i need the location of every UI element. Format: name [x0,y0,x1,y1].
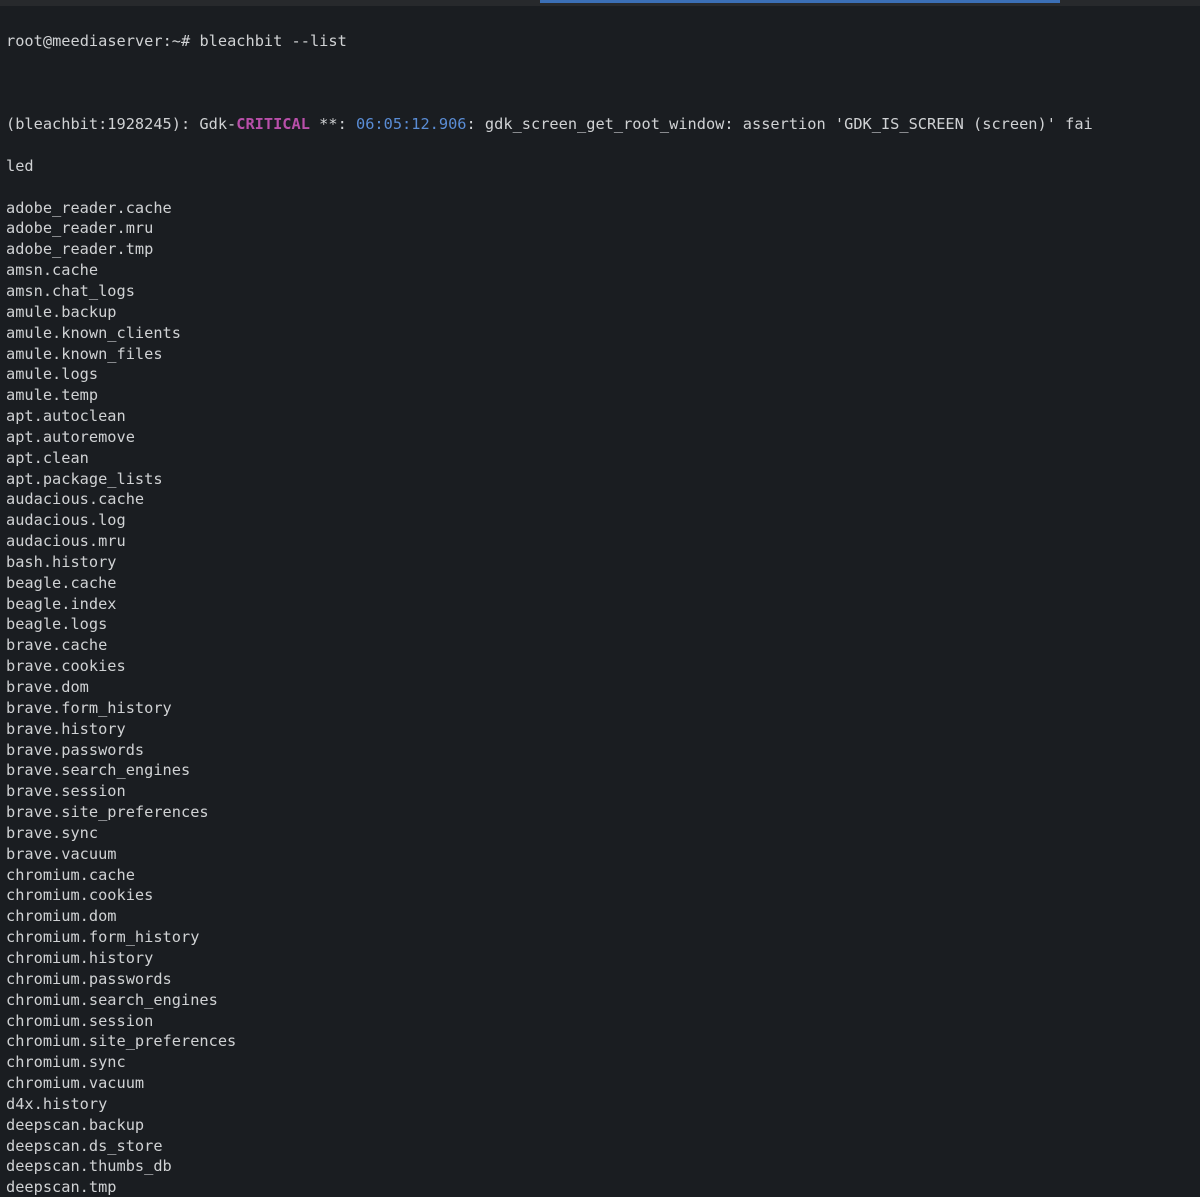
prompt-user: root [6,32,43,50]
cleaner-item: chromium.passwords [6,969,1194,990]
cleaner-item: audacious.mru [6,531,1194,552]
cleaner-item: chromium.search_engines [6,990,1194,1011]
cleaner-item: chromium.session [6,1011,1194,1032]
cleaner-item: chromium.site_preferences [6,1031,1194,1052]
cleaner-item: brave.cookies [6,656,1194,677]
cleaner-item: brave.cache [6,635,1194,656]
cleaner-list: adobe_reader.cacheadobe_reader.mruadobe_… [6,198,1194,1197]
cleaner-item: adobe_reader.mru [6,218,1194,239]
error-prefix: (bleachbit:1928245): Gdk- [6,115,236,133]
cleaner-item: amule.backup [6,302,1194,323]
prompt-at: @ [43,32,52,50]
cleaner-item: brave.history [6,719,1194,740]
cleaner-item: beagle.logs [6,614,1194,635]
command-text: bleachbit --list [199,32,346,50]
cleaner-item: brave.sync [6,823,1194,844]
blank-line [6,73,1194,94]
cleaner-item: brave.vacuum [6,844,1194,865]
cleaner-item: amsn.chat_logs [6,281,1194,302]
cleaner-item: brave.session [6,781,1194,802]
cleaner-item: amule.temp [6,385,1194,406]
cleaner-item: chromium.cache [6,865,1194,886]
cleaner-item: amule.logs [6,364,1194,385]
cleaner-item: brave.dom [6,677,1194,698]
cleaner-item: chromium.dom [6,906,1194,927]
cleaner-item: brave.form_history [6,698,1194,719]
cleaner-item: deepscan.thumbs_db [6,1156,1194,1177]
cleaner-item: beagle.index [6,594,1194,615]
cleaner-item: apt.autoclean [6,406,1194,427]
cleaner-item: deepscan.ds_store [6,1136,1194,1157]
prompt-line: root@meediaserver:~# bleachbit --list [6,31,1194,52]
prompt-path: ~ [172,32,181,50]
error-mid: **: [310,115,356,133]
cleaner-item: bash.history [6,552,1194,573]
active-tab-indicator [540,0,1060,3]
cleaner-item: d4x.history [6,1094,1194,1115]
error-timestamp: 06:05:12.906 [356,115,467,133]
cleaner-item: beagle.cache [6,573,1194,594]
cleaner-item: chromium.history [6,948,1194,969]
cleaner-item: chromium.vacuum [6,1073,1194,1094]
cleaner-item: chromium.cookies [6,885,1194,906]
prompt-sep: : [163,32,172,50]
gdk-error-line-wrap: led [6,156,1194,177]
cleaner-item: deepscan.backup [6,1115,1194,1136]
cleaner-item: audacious.cache [6,489,1194,510]
error-suffix: : gdk_screen_get_root_window: assertion … [467,115,1093,133]
cleaner-item: apt.autoremove [6,427,1194,448]
cleaner-item: brave.site_preferences [6,802,1194,823]
cleaner-item: apt.clean [6,448,1194,469]
cleaner-item: brave.search_engines [6,760,1194,781]
cleaner-item: amule.known_clients [6,323,1194,344]
cleaner-item: amule.known_files [6,344,1194,365]
gdk-error-line: (bleachbit:1928245): Gdk-CRITICAL **: 06… [6,114,1194,135]
terminal-output[interactable]: root@meediaserver:~# bleachbit --list (b… [0,6,1200,1197]
cleaner-item: apt.package_lists [6,469,1194,490]
cleaner-item: brave.passwords [6,740,1194,761]
cleaner-item: adobe_reader.cache [6,198,1194,219]
error-critical-label: CRITICAL [236,115,310,133]
cleaner-item: chromium.sync [6,1052,1194,1073]
prompt-symbol: # [181,32,190,50]
cleaner-item: audacious.log [6,510,1194,531]
prompt-host: meediaserver [52,32,163,50]
cleaner-item: amsn.cache [6,260,1194,281]
cleaner-item: adobe_reader.tmp [6,239,1194,260]
cleaner-item: chromium.form_history [6,927,1194,948]
window-titlebar [0,0,1200,6]
cleaner-item: deepscan.tmp [6,1177,1194,1197]
